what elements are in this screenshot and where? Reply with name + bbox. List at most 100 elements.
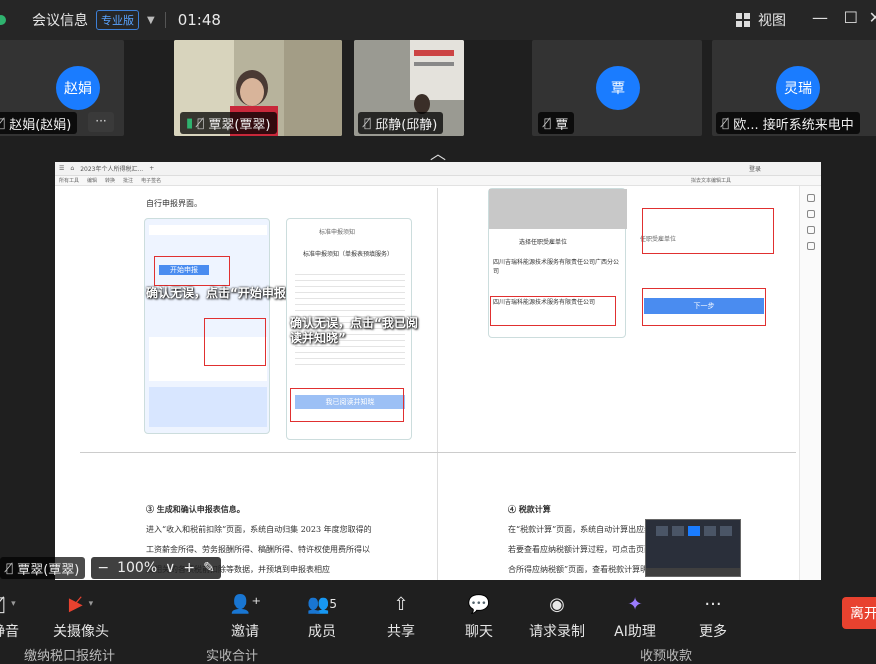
zoom-out-button[interactable]: − xyxy=(97,560,109,576)
participant-strip: 赵娟 🎙̸ 赵娟(赵娟) ··· ▮ 🎙̸ 覃翠(覃翠) 🎙̸ 邱静(邱静) 覃 🎙̸ 覃… xyxy=(0,40,876,136)
divider xyxy=(80,452,796,453)
meeting-info-button[interactable]: 会议信息 xyxy=(32,10,88,30)
mic-off-icon: 🎙̸ ▾ xyxy=(0,594,16,615)
company-option: 四川吉瑞科能源技术服务有限责任公司广西分公司 xyxy=(493,259,620,275)
view-label: 视图 xyxy=(758,13,786,29)
divider xyxy=(437,188,438,580)
tool-icon[interactable] xyxy=(806,210,815,218)
annotate-pen-icon[interactable]: ✎ xyxy=(203,560,215,576)
highlight-box xyxy=(290,388,404,422)
edit-tool-label[interactable]: 拟去文本编辑工具 xyxy=(691,177,731,184)
invite-button[interactable]: 👤⁺ 邀请 xyxy=(210,591,280,641)
section-heading: ③ 生成和确认申报表信息。 xyxy=(146,504,245,514)
mute-button[interactable]: 🎙̸ ▾ 静音 xyxy=(0,591,40,641)
tool-icon[interactable] xyxy=(806,194,815,202)
dim-overlay xyxy=(489,189,627,229)
feature-grid xyxy=(149,387,267,427)
connection-status-icon xyxy=(0,15,6,25)
participant-tile[interactable]: 覃 🎙̸ 覃 xyxy=(532,40,702,136)
paragraph-line: 进入“收入和税前扣除”页面，系统自动归集 2023 年度您取得的 xyxy=(146,525,372,534)
pdf-toolbar: 所有工具 编辑 转换 批注 电子签名 拟去文本编辑工具 xyxy=(55,176,821,186)
member-count: 5 xyxy=(329,597,338,611)
share-button[interactable]: ⇧ 共享 xyxy=(366,591,436,641)
minimize-icon[interactable]: — xyxy=(812,8,828,27)
leave-meeting-button[interactable]: 离开 xyxy=(842,597,876,629)
chevron-down-icon[interactable]: ∨ xyxy=(165,560,175,576)
new-tab-button[interactable]: + xyxy=(149,165,154,172)
zoom-level[interactable]: 100% xyxy=(117,560,157,576)
participant-name: 🎙̸ 赵娟(赵娟) xyxy=(0,112,78,134)
thumb-toolbar xyxy=(646,568,740,576)
tool-icon[interactable] xyxy=(806,226,815,234)
caption-overlay: 确认无误，点击“开始申报” xyxy=(146,286,294,300)
invite-icon: 👤⁺ xyxy=(229,593,261,615)
meeting-timer: 01:48 xyxy=(177,11,221,29)
view-button[interactable]: 视图 xyxy=(736,10,786,30)
grid-view-icon xyxy=(736,13,750,27)
doc-text: 自行申报界面。 xyxy=(146,199,202,208)
title-bar: 会议信息 专业版 ▼ 01:48 视图 — ☐ ✕ xyxy=(0,0,876,40)
toolbar-item[interactable]: 编辑 xyxy=(87,177,97,184)
login-link[interactable]: 登录 xyxy=(749,164,761,173)
participant-tile-video[interactable]: 🎙̸ 邱静(邱静) xyxy=(354,40,464,136)
highlight-box xyxy=(642,208,774,254)
browser-tab-bar: ☰ ⌂ 2023年个人所得税汇... + 登录 xyxy=(55,162,821,176)
highlight-box xyxy=(204,318,266,366)
notice-title: 标准申报须知 xyxy=(319,229,356,236)
pdf-side-toolbar xyxy=(799,186,821,580)
avatar: 赵娟 xyxy=(56,66,100,110)
camera-off-icon: ▶̸ ▾ xyxy=(68,593,94,615)
request-record-button[interactable]: ◉ 请求录制 xyxy=(522,591,592,641)
participant-tile[interactable]: 灵瑞 🎙̸ 欧... 接听系统来电中 xyxy=(712,40,876,136)
chevron-down-icon[interactable]: ▼ xyxy=(147,15,155,26)
menu-icon[interactable]: ☰ xyxy=(59,165,64,172)
thumb-tile xyxy=(720,526,732,536)
participant-tile[interactable]: 赵娟 🎙̸ 赵娟(赵娟) ··· xyxy=(0,40,124,136)
mic-muted-icon: 🎙̸ xyxy=(544,116,552,130)
thumb-tile xyxy=(656,526,668,536)
avatar: 覃 xyxy=(596,66,640,110)
home-icon[interactable]: ⌂ xyxy=(70,165,74,172)
chat-button[interactable]: 💬 聊天 xyxy=(444,591,514,641)
meeting-thumbnail-preview[interactable] xyxy=(645,519,741,577)
mic-muted-icon: 🎙̸ xyxy=(722,116,730,130)
presenter-bar: 🎙̸ 覃翠(覃翠) − 100% ∨ + ✎ xyxy=(0,555,221,581)
browser-tab[interactable]: 2023年个人所得税汇... xyxy=(80,164,143,173)
toolbar-item[interactable]: 电子签名 xyxy=(141,177,161,184)
more-button[interactable]: ··· 更多 xyxy=(678,591,748,641)
tool-icon[interactable] xyxy=(806,242,815,250)
maximize-icon[interactable]: ☐ xyxy=(844,8,858,27)
more-icon: ··· xyxy=(704,593,722,615)
caption-overlay: 确认无误，点击“我已阅读并知晓” xyxy=(290,316,418,345)
participant-more-button[interactable]: ··· xyxy=(88,112,114,132)
ai-icon: ✦ xyxy=(627,593,643,615)
members-button[interactable]: 👥 5 成员 xyxy=(287,591,357,641)
paragraph-line: 工资薪金所得、劳务报酬所得、稿酬所得、特许权使用费所得以 xyxy=(146,545,370,554)
thumb-tile xyxy=(704,526,716,536)
mic-muted-icon: 🎙̸ xyxy=(197,116,205,130)
members-icon: 👥 5 xyxy=(306,593,338,615)
thumb-tile xyxy=(672,526,684,536)
ai-assistant-button[interactable]: ✦ AI助理 xyxy=(600,591,670,641)
toolbar-item[interactable]: 所有工具 xyxy=(59,177,79,184)
share-icon: ⇧ xyxy=(393,593,409,615)
toolbar-item[interactable]: 转换 xyxy=(105,177,115,184)
zoom-control: − 100% ∨ + ✎ xyxy=(91,557,221,579)
toolbar-item[interactable]: 批注 xyxy=(123,177,133,184)
participant-tile-video[interactable]: ▮ 🎙̸ 覃翠(覃翠) xyxy=(174,40,342,136)
shared-screen[interactable]: ☰ ⌂ 2023年个人所得税汇... + 登录 所有工具 编辑 转换 批注 电子… xyxy=(55,162,821,580)
camera-toggle-button[interactable]: ▶̸ ▾ 关摄像头 xyxy=(46,591,116,641)
background-text: 缴纳税口报统计 xyxy=(24,649,116,664)
mic-muted-icon: 🎙̸ xyxy=(364,116,372,130)
participant-name: 🎙̸ 邱静(邱静) xyxy=(358,112,444,134)
edition-badge: 专业版 xyxy=(96,10,139,30)
divider xyxy=(164,12,166,28)
collapse-strip-chevron-up-icon[interactable]: ︿ xyxy=(430,140,446,164)
zoom-in-button[interactable]: + xyxy=(183,560,195,576)
highlight-box xyxy=(642,288,766,326)
close-icon[interactable]: ✕ xyxy=(869,8,876,27)
thumb-tile xyxy=(688,526,700,536)
background-text: 收预收款 xyxy=(640,649,693,664)
notice-subtitle: 标准申报须知（单报表预填服务） xyxy=(303,251,394,258)
highlight-box xyxy=(490,296,616,326)
